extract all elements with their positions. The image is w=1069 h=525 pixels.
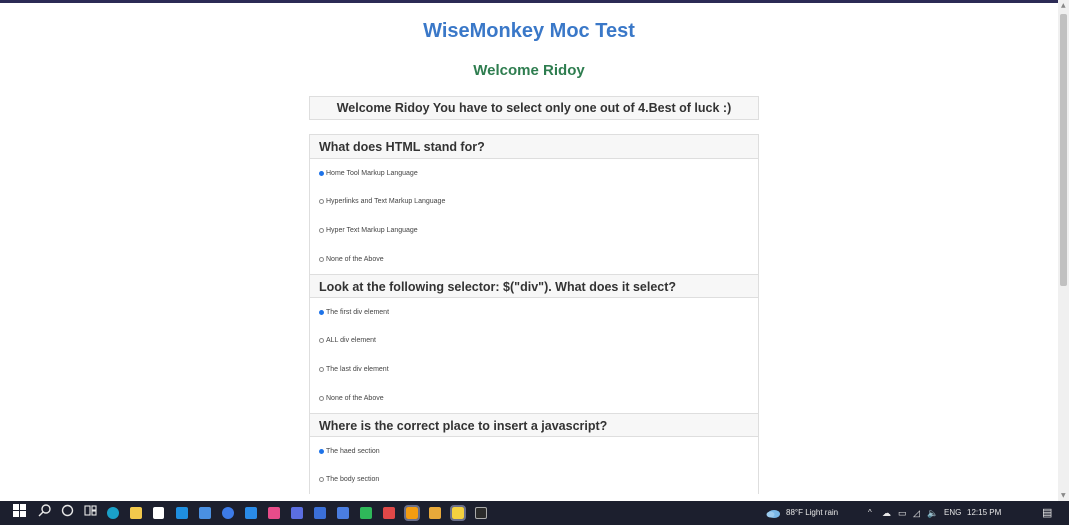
chrome-icon[interactable] <box>222 507 234 519</box>
windows-taskbar: 88°F Light rain ^ ☁ ▭ ◿ 🔈 ENG 12:15 PM ▤ <box>0 501 1069 525</box>
question-title: What does HTML stand for? <box>310 135 758 159</box>
wifi-icon[interactable]: ◿ <box>913 501 920 525</box>
radio-button[interactable] <box>319 199 324 204</box>
radio-button[interactable] <box>319 338 324 343</box>
app-icon[interactable] <box>291 507 303 519</box>
app-icon[interactable] <box>450 505 466 521</box>
question-title: Where is the correct place to insert a j… <box>310 413 758 437</box>
vertical-scrollbar[interactable]: ▲ ▼ <box>1058 0 1069 501</box>
radio-button[interactable] <box>319 257 324 262</box>
radio-button-checked[interactable] <box>319 448 324 454</box>
window-top-border <box>0 0 1058 3</box>
instructions-banner: Welcome Ridoy You have to select only on… <box>309 96 759 120</box>
answer-option[interactable]: Home Tool Markup Language <box>310 159 758 187</box>
windows-start-icon[interactable] <box>13 504 26 522</box>
welcome-heading: Welcome Ridoy <box>473 62 585 79</box>
language-indicator[interactable]: ENG <box>944 501 961 525</box>
radio-button[interactable] <box>319 396 324 401</box>
radio-button-checked[interactable] <box>319 309 324 315</box>
feather-icon[interactable] <box>268 507 280 519</box>
app-icon[interactable] <box>337 507 349 519</box>
clock[interactable]: 12:15 PM <box>967 501 1001 525</box>
terminal-icon[interactable] <box>475 507 487 519</box>
answer-option[interactable]: Hyper Text Markup Language <box>310 216 758 245</box>
answer-option[interactable]: The last div element <box>310 355 758 384</box>
quiz-form: What does HTML stand for? Home Tool Mark… <box>309 134 759 494</box>
page-title: WiseMonkey Moc Test <box>423 20 635 42</box>
computer-icon[interactable] <box>199 507 211 519</box>
chevron-up-icon[interactable]: ^ <box>868 501 872 525</box>
answer-option[interactable]: None of the Above <box>310 245 758 274</box>
answer-option[interactable]: Hyperlinks and Text Markup Language <box>310 187 758 216</box>
radio-button[interactable] <box>319 228 324 233</box>
app-icon[interactable] <box>383 507 395 519</box>
scrollbar-thumb[interactable] <box>1060 14 1067 286</box>
question-title: Look at the following selector: $("div")… <box>310 274 758 298</box>
scroll-down-arrow-icon[interactable]: ▼ <box>1061 492 1066 499</box>
app-icon[interactable] <box>429 507 441 519</box>
file-explorer-icon[interactable] <box>130 507 142 519</box>
answer-option[interactable]: The haed section <box>310 437 758 465</box>
weather-text[interactable]: 88°F Light rain <box>786 501 838 525</box>
app-icon[interactable] <box>404 505 420 521</box>
answer-option[interactable]: ALL div element <box>310 326 758 355</box>
radio-button[interactable] <box>319 477 324 482</box>
vscode-icon[interactable] <box>245 507 257 519</box>
radio-button-checked[interactable] <box>319 170 324 176</box>
store-icon[interactable] <box>153 507 164 519</box>
answer-option[interactable]: None of the Above <box>310 384 758 413</box>
answer-option[interactable]: The first div element <box>310 298 758 326</box>
app-icon[interactable] <box>314 507 326 519</box>
answer-option[interactable]: The body section <box>310 465 758 494</box>
notification-icon[interactable]: ▤ <box>1042 501 1052 525</box>
volume-icon[interactable]: 🔈 <box>927 501 938 525</box>
mail-icon[interactable] <box>176 507 188 519</box>
radio-button[interactable] <box>319 367 324 372</box>
cortana-icon[interactable] <box>61 504 74 522</box>
search-icon[interactable] <box>38 504 51 522</box>
browser-page: WiseMonkey Moc Test Welcome Ridoy Welcom… <box>0 0 1069 501</box>
weather-icon[interactable] <box>766 501 780 525</box>
task-view-icon[interactable] <box>84 504 97 522</box>
edge-icon[interactable] <box>107 507 119 519</box>
scroll-up-arrow-icon[interactable]: ▲ <box>1061 2 1066 9</box>
cloud-icon[interactable]: ☁ <box>882 501 891 525</box>
app-icon[interactable] <box>360 507 372 519</box>
battery-icon[interactable]: ▭ <box>898 501 907 525</box>
